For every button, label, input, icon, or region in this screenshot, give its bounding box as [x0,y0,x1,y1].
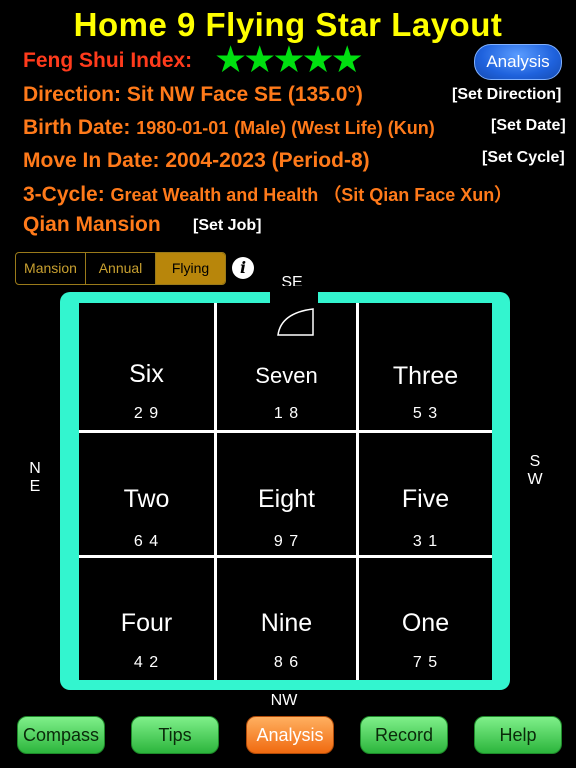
direction-sw-label: S W [526,453,544,489]
set-direction-link[interactable]: [Set Direction] [452,86,561,104]
direction-n-letter: N [29,460,41,477]
analysis-button[interactable]: Analysis [246,716,334,754]
birth-date-label: Birth Date: [23,116,131,139]
cell-numbers: 9 7 [273,533,300,550]
tab-flying[interactable]: Flying [156,253,225,284]
tab-mansion[interactable]: Mansion [16,253,86,284]
direction-e-letter: E [29,478,41,495]
cell-numbers: 1 8 [273,405,300,422]
feng-shui-index-text: Feng Shui Index: [23,49,193,72]
feng-shui-index-label: Feng Shui Index: [23,49,192,73]
rating-stars: ★★★★★ [214,39,364,80]
grid-cell-mid-right[interactable]: Five 3 1 [359,433,492,555]
cell-numbers: 8 6 [273,654,300,671]
cell-numbers: 4 2 [133,654,160,671]
help-button[interactable]: Help [474,716,562,754]
birth-date-value: 1980-01-01 [136,118,229,138]
cell-numbers: 2 9 [133,405,160,422]
move-in-date-text: Move In Date: 2004-2023 (Period-8) [23,149,370,172]
info-icon[interactable]: i [232,257,254,279]
analysis-top-button[interactable]: Analysis [474,44,562,80]
three-cycle-value: Great Wealth and Health （Sit Qian Face X… [110,185,513,205]
cell-name: Two [123,485,170,513]
cell-numbers: 3 1 [412,533,439,550]
set-job-link[interactable]: [Set Job] [193,217,261,235]
tips-button[interactable]: Tips [131,716,219,754]
set-cycle-link[interactable]: [Set Cycle] [482,149,565,167]
cell-name: Three [392,362,459,390]
grid-cell-nw-center[interactable]: Nine 8 6 [217,558,356,680]
cell-name: Six [129,360,164,388]
direction-s-letter: S [529,453,541,470]
tab-annual[interactable]: Annual [86,253,156,284]
door-opening [270,286,318,304]
direction-text: Direction: Sit NW Face SE (135.0°) [23,83,363,106]
direction-nw-label: NW [270,692,298,709]
cell-name: Four [120,609,173,637]
compass-button[interactable]: Compass [17,716,105,754]
cell-name: Five [401,485,450,513]
grid-cell-se-center[interactable]: Seven 1 8 [217,303,356,430]
grid-cell-se-left[interactable]: Six 2 9 [79,303,214,430]
three-cycle-label: 3-Cycle: [23,183,105,206]
direction-ne-label: N E [26,460,44,496]
grid-cell-center[interactable]: Eight 9 7 [217,433,356,555]
cell-name: Nine [260,609,313,637]
direction-w-letter: W [527,471,543,488]
mansion-text: Qian Mansion [23,213,161,236]
record-button[interactable]: Record [360,716,448,754]
grid-cell-nw-right[interactable]: One 7 5 [359,558,492,680]
grid-cell-mid-left[interactable]: Two 6 4 [79,433,214,555]
set-date-link[interactable]: [Set Date] [491,117,566,135]
cell-name: One [401,609,450,637]
birth-date-row: Birth Date: 1980-01-01 (Male) (West Life… [23,116,435,140]
view-mode-segmented-control: Mansion Annual Flying [15,252,226,285]
grid-cell-nw-left[interactable]: Four 4 2 [79,558,214,680]
cell-name: Seven [255,363,318,388]
flying-star-grid: Six 2 9 Seven 1 8 Three 5 3 Two 6 4 Eigh… [79,303,492,680]
cell-name: Eight [258,485,315,513]
cell-numbers: 6 4 [133,533,160,550]
birth-date-extra: (Male) (West Life) (Kun) [234,118,435,138]
grid-cell-se-right[interactable]: Three 5 3 [359,303,492,430]
cell-numbers: 5 3 [412,405,439,422]
three-cycle-row: 3-Cycle: Great Wealth and Health （Sit Qi… [23,181,512,207]
cell-numbers: 7 5 [412,654,439,671]
